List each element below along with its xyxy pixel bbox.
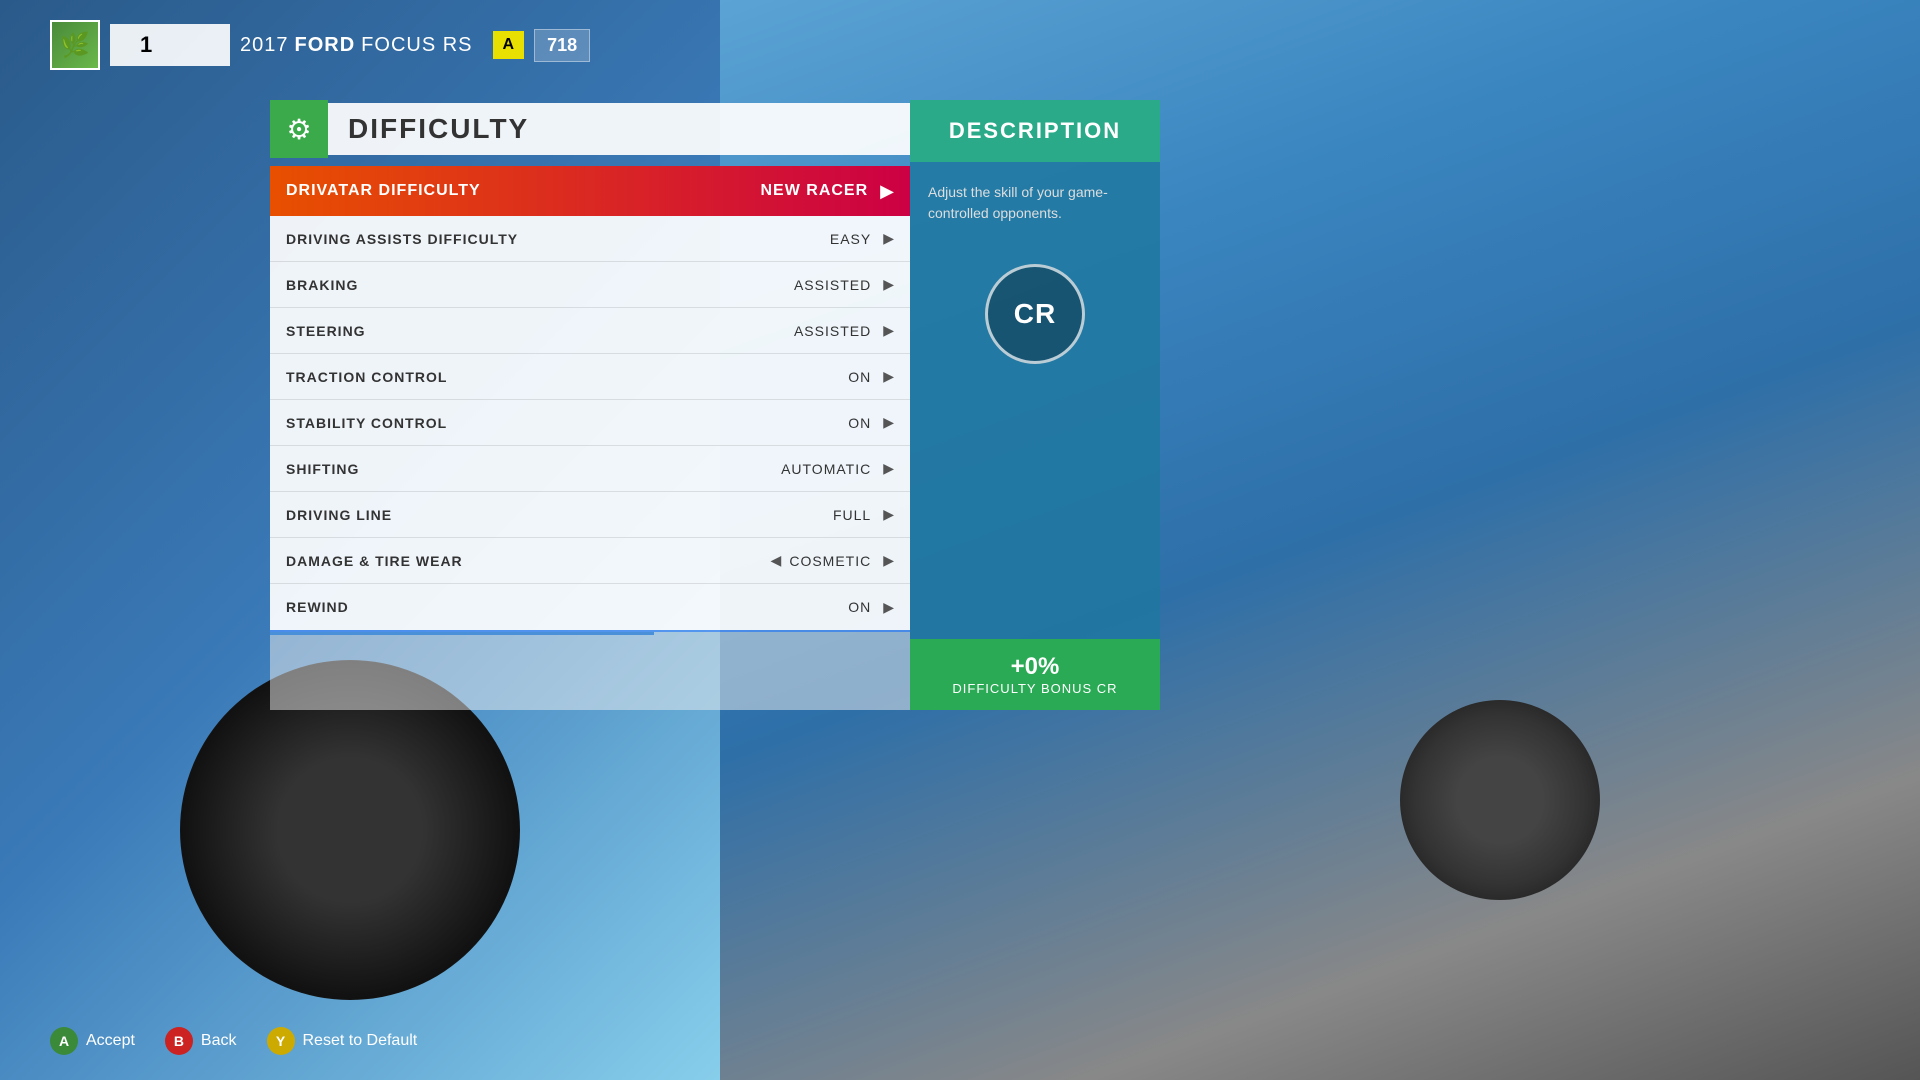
arrow-right-braking: ▶ [883, 276, 894, 293]
main-ui: ⚙ DIFFICULTY DRIVATAR DIFFICULTY NEW RAC… [270, 100, 1160, 710]
wheel-left [180, 660, 520, 1000]
arrow-right-traction-control: ▶ [883, 368, 894, 385]
setting-label-steering: STEERING [286, 323, 794, 339]
arrow-right-rewind: ▶ [883, 599, 894, 616]
cr-label: CR [1014, 298, 1056, 330]
scroll-area [270, 630, 910, 710]
setting-label-braking: BRAKING [286, 277, 794, 293]
car-rating: 718 [534, 29, 590, 62]
car-brand: FORD [295, 34, 356, 57]
accept-label: Accept [86, 1032, 135, 1050]
arrow-right-damage-tire-wear: ▶ [883, 552, 894, 569]
right-panel: DESCRIPTION Adjust the skill of your gam… [910, 100, 1160, 710]
bonus-bar: +0% DIFFICULTY BONUS CR [910, 639, 1160, 710]
settings-panel: DRIVING ASSISTS DIFFICULTY EASY ▶ BRAKIN… [270, 216, 910, 630]
back-label: Back [201, 1032, 237, 1050]
setting-label-driving-assists: DRIVING ASSISTS DIFFICULTY [286, 231, 830, 247]
top-bar: 🌿 1 2017 FORD FOCUS RS A 718 [50, 20, 590, 70]
arrow-left-damage-tire-wear[interactable]: ◀ [771, 552, 782, 569]
setting-row-driving-line[interactable]: DRIVING LINE FULL ▶ [270, 492, 910, 538]
bonus-label: DIFFICULTY BONUS CR [924, 681, 1146, 696]
car-title: 2017 FORD FOCUS RS [240, 34, 473, 57]
bonus-percent: +0% [924, 653, 1146, 681]
setting-value-braking: ASSISTED [794, 277, 871, 293]
gear-icon: ⚙ [286, 113, 311, 146]
scroll-bar [270, 632, 654, 635]
setting-row-steering[interactable]: STEERING ASSISTED ▶ [270, 308, 910, 354]
arrow-right-driving-assists: ▶ [883, 230, 894, 247]
a-button-icon: A [50, 1027, 78, 1055]
reset-button[interactable]: Y Reset to Default [267, 1027, 418, 1055]
gear-icon-box: ⚙ [270, 100, 328, 158]
y-button-icon: Y [267, 1027, 295, 1055]
left-panel: ⚙ DIFFICULTY DRIVATAR DIFFICULTY NEW RAC… [270, 100, 910, 710]
car-year: 2017 [240, 34, 289, 57]
player-number: 1 [110, 24, 230, 66]
arrow-right-steering: ▶ [883, 322, 894, 339]
setting-label-damage-tire-wear: DAMAGE & TIRE WEAR [286, 553, 771, 569]
drivatar-value: NEW RACER [760, 182, 868, 200]
setting-value-driving-assists: EASY [830, 231, 871, 247]
drivatar-difficulty-row[interactable]: DRIVATAR DIFFICULTY NEW RACER ▶ [270, 166, 910, 216]
setting-value-shifting: AUTOMATIC [781, 461, 871, 477]
setting-value-driving-line: FULL [833, 507, 871, 523]
setting-value-rewind: ON [848, 599, 871, 615]
setting-row-damage-tire-wear[interactable]: DAMAGE & TIRE WEAR ◀ COSMETIC ▶ [270, 538, 910, 584]
car-model: FOCUS RS [361, 34, 472, 57]
setting-row-driving-assists[interactable]: DRIVING ASSISTS DIFFICULTY EASY ▶ [270, 216, 910, 262]
car-class-badge: A [493, 31, 525, 59]
arrow-right-driving-line: ▶ [883, 506, 894, 523]
setting-row-braking[interactable]: BRAKING ASSISTED ▶ [270, 262, 910, 308]
reset-label: Reset to Default [303, 1032, 418, 1050]
drivatar-arrow-right: ▶ [880, 181, 894, 202]
bottom-controls: A Accept B Back Y Reset to Default [50, 1027, 417, 1055]
wheel-right [1400, 700, 1600, 900]
setting-value-damage-tire-wear: COSMETIC [789, 553, 871, 569]
setting-label-traction-control: TRACTION CONTROL [286, 369, 848, 385]
arrow-right-shifting: ▶ [883, 460, 894, 477]
description-title: DESCRIPTION [949, 118, 1121, 143]
arrow-right-stability-control: ▶ [883, 414, 894, 431]
description-body: Adjust the skill of your game-controlled… [910, 162, 1160, 639]
panel-title-bar: ⚙ DIFFICULTY [270, 100, 910, 158]
accept-button[interactable]: A Accept [50, 1027, 135, 1055]
title-text-box: DIFFICULTY [328, 103, 910, 155]
panel-title: DIFFICULTY [348, 113, 529, 144]
b-button-icon: B [165, 1027, 193, 1055]
description-text: Adjust the skill of your game-controlled… [928, 182, 1142, 224]
setting-value-stability-control: ON [848, 415, 871, 431]
player-avatar: 🌿 [50, 20, 100, 70]
setting-value-steering: ASSISTED [794, 323, 871, 339]
setting-label-shifting: SHIFTING [286, 461, 781, 477]
setting-row-shifting[interactable]: SHIFTING AUTOMATIC ▶ [270, 446, 910, 492]
setting-row-traction-control[interactable]: TRACTION CONTROL ON ▶ [270, 354, 910, 400]
drivatar-label: DRIVATAR DIFFICULTY [286, 182, 760, 200]
setting-value-traction-control: ON [848, 369, 871, 385]
setting-label-rewind: REWIND [286, 599, 848, 615]
setting-row-rewind[interactable]: REWIND ON ▶ [270, 584, 910, 630]
setting-label-driving-line: DRIVING LINE [286, 507, 833, 523]
back-button[interactable]: B Back [165, 1027, 237, 1055]
setting-label-stability-control: STABILITY CONTROL [286, 415, 848, 431]
setting-row-stability-control[interactable]: STABILITY CONTROL ON ▶ [270, 400, 910, 446]
description-header: DESCRIPTION [910, 100, 1160, 162]
cr-circle: CR [985, 264, 1085, 364]
